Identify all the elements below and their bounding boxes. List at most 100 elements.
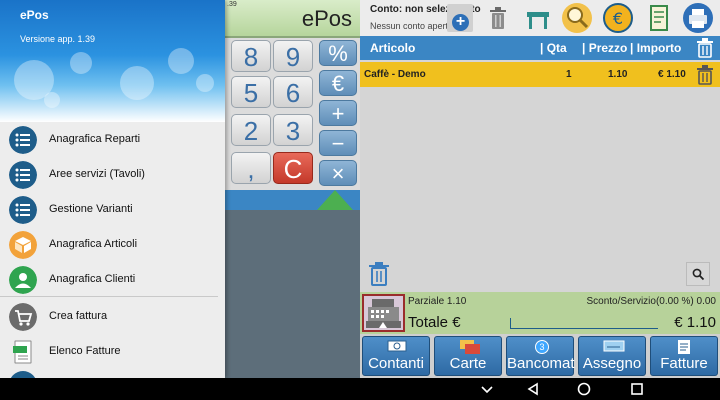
- pay-fatture-button[interactable]: Fatture: [650, 336, 718, 376]
- totals-panel: Parziale 1.10 Sconto/Servizio(0.00 %) 0.…: [360, 292, 720, 334]
- key-plus[interactable]: +: [319, 100, 357, 126]
- header-prezzo: | Prezzo: [582, 41, 628, 55]
- printer-icon[interactable]: [682, 2, 714, 34]
- row-trash-icon[interactable]: [696, 65, 714, 85]
- key-minus[interactable]: −: [319, 130, 357, 156]
- key-clear[interactable]: C: [273, 152, 313, 184]
- menu-item-crea-fattura[interactable]: Crea fattura: [0, 299, 225, 333]
- header-qta: | Qta: [540, 41, 567, 55]
- pay-fatture-label: Fatture: [660, 355, 708, 372]
- cash-register-icon[interactable]: [362, 294, 405, 332]
- header-articolo: Articolo: [370, 41, 416, 55]
- person-icon: [9, 266, 37, 294]
- cart-icon: [9, 303, 37, 331]
- row-prezzo: 1.10: [608, 69, 628, 80]
- list-icon: [9, 196, 37, 224]
- menu-item-anagrafica-clienti[interactable]: Anagrafica Clienti: [0, 262, 225, 296]
- pay-assegno-button[interactable]: Assegno: [578, 336, 646, 376]
- header-bubble: [120, 66, 154, 100]
- totale-label: Totale €: [408, 314, 461, 331]
- calculator-keypad: 8 9 5 6 2 3 , C % € + − ×: [225, 38, 360, 190]
- key-comma[interactable]: ,: [231, 152, 271, 184]
- app-name: ePos: [20, 8, 49, 22]
- table-icon[interactable]: [522, 2, 554, 34]
- key-multiply[interactable]: ×: [319, 160, 357, 186]
- pay-assegno-label: Assegno: [582, 355, 642, 372]
- key-2[interactable]: 2: [231, 114, 271, 146]
- euro-coin-icon[interactable]: €: [602, 2, 634, 34]
- header-bubble: [70, 52, 92, 74]
- menu-item-partial-icon: [9, 371, 37, 378]
- list-icon: [9, 161, 37, 189]
- box-icon: [9, 231, 37, 259]
- credit-cards-icon: [460, 340, 480, 354]
- pay-carte-label: Carte: [449, 355, 487, 372]
- chevron-down-icon[interactable]: [480, 383, 494, 395]
- payment-bar: Contanti Carte 3 Bancomat Assegno Fattur…: [360, 334, 720, 378]
- menu-item-label: Anagrafica Clienti: [49, 273, 136, 285]
- key-6[interactable]: 6: [273, 76, 313, 108]
- back-icon[interactable]: [526, 382, 540, 396]
- row-importo: € 1.10: [658, 69, 686, 80]
- trash-icon[interactable]: [488, 6, 508, 30]
- banknote-icon: [387, 340, 407, 352]
- menu-item-anagrafica-articoli[interactable]: Anagrafica Articoli: [0, 227, 225, 261]
- parziale-text: Parziale 1.10: [408, 296, 467, 307]
- app-version: Versione app. 1.39: [20, 34, 96, 44]
- table-row[interactable]: Caffè - Demo 1 1.10 € 1.10: [360, 62, 720, 87]
- key-3[interactable]: 3: [273, 114, 313, 146]
- totale-value: € 1.10: [674, 314, 716, 331]
- expand-triangle-icon[interactable]: [317, 190, 353, 210]
- key-5[interactable]: 5: [231, 76, 271, 108]
- svg-text:€: €: [613, 9, 623, 28]
- drawer-header: ePos Versione app. 1.39: [0, 0, 225, 122]
- search-icon: [692, 268, 705, 281]
- pay-contanti-label: Contanti: [368, 355, 424, 372]
- trash-icon[interactable]: [368, 262, 390, 286]
- key-euro[interactable]: €: [319, 70, 357, 96]
- xml-file-icon: [13, 340, 32, 364]
- navigation-drawer: ePos Versione app. 1.39 Anagrafica Repar…: [0, 0, 225, 378]
- header-bubble: [44, 92, 60, 108]
- menu-item-label: Anagrafica Articoli: [49, 238, 138, 250]
- sconto-text: Sconto/Servizio(0.00 %) 0.00: [586, 296, 716, 307]
- calculator-display-small: .39: [227, 1, 237, 8]
- epos-screen: .39 ePos 8 9 5 6 2 3 , C % € + − × Conto…: [0, 0, 720, 400]
- table-header: Articolo | Qta | Prezzo | Importo: [360, 36, 720, 60]
- search-icon[interactable]: [561, 2, 593, 34]
- row-articolo: Caffè - Demo: [364, 69, 426, 80]
- delete-all-trash-icon[interactable]: [696, 38, 714, 58]
- total-input-tick: [510, 318, 511, 328]
- pay-carte-button[interactable]: Carte: [434, 336, 502, 376]
- key-percent[interactable]: %: [319, 40, 357, 66]
- menu-item-label: Elenco Fatture: [49, 345, 121, 357]
- drawer-divider: [0, 296, 218, 297]
- menu-item-label: Gestione Varianti: [49, 203, 133, 215]
- order-panel: Conto: non selezionato Nessun conto aper…: [360, 0, 720, 378]
- receipt-icon[interactable]: [643, 2, 675, 34]
- header-bubble: [196, 74, 214, 92]
- pay-bancomat-button[interactable]: 3 Bancomat: [506, 336, 575, 376]
- menu-item-label: Aree servizi (Tavoli): [49, 168, 145, 180]
- menu-item-elenco-fatture[interactable]: Elenco Fatture: [0, 334, 225, 368]
- calculator-display: .39 ePos: [225, 0, 360, 38]
- menu-item-gestione-varianti[interactable]: Gestione Varianti: [0, 192, 225, 226]
- total-input-line[interactable]: [510, 328, 658, 329]
- recents-icon[interactable]: [630, 382, 644, 396]
- plus-icon: +: [452, 14, 469, 31]
- search-button[interactable]: [686, 262, 710, 286]
- pay-contanti-button[interactable]: Contanti: [362, 336, 430, 376]
- menu-item-label: Anagrafica Reparti: [49, 133, 141, 145]
- key-8[interactable]: 8: [231, 40, 271, 72]
- invoice-icon: [678, 340, 690, 354]
- menu-item-label: Crea fattura: [49, 310, 108, 322]
- row-qta: 1: [566, 69, 572, 80]
- pay-bancomat-label: Bancomat: [507, 355, 575, 372]
- calculator-display-title: ePos: [301, 6, 352, 31]
- home-icon[interactable]: [577, 382, 591, 396]
- key-9[interactable]: 9: [273, 40, 313, 72]
- cheque-icon: [603, 340, 625, 352]
- menu-item-anagrafica-reparti[interactable]: Anagrafica Reparti: [0, 122, 225, 156]
- menu-item-aree-servizi[interactable]: Aree servizi (Tavoli): [0, 157, 225, 191]
- add-conto-button[interactable]: +: [447, 4, 473, 32]
